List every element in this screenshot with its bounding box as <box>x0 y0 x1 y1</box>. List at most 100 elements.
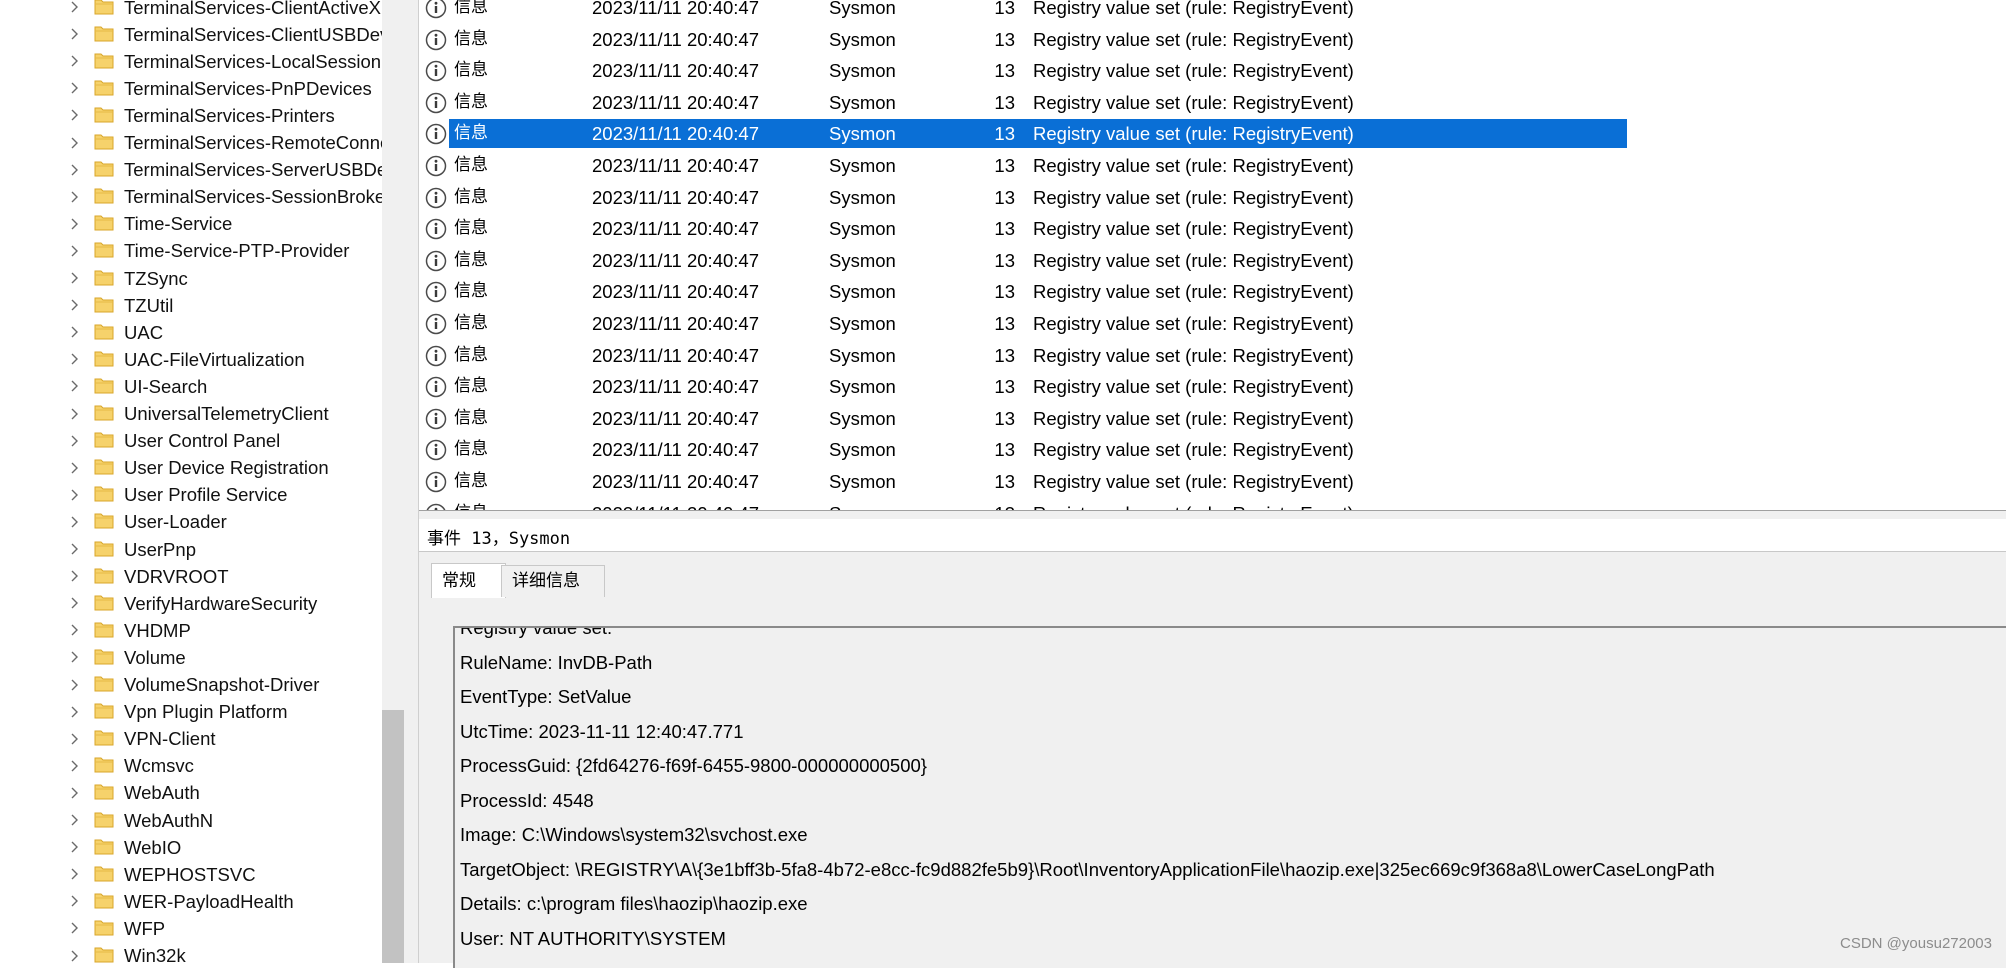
chevron-right-icon[interactable] <box>68 454 82 481</box>
tree-item[interactable]: VolumeSnapshot-Driver <box>0 671 382 698</box>
tree-item[interactable]: UAC <box>0 319 382 346</box>
chevron-right-icon[interactable] <box>68 779 82 806</box>
chevron-right-icon[interactable] <box>68 210 82 237</box>
tab-details[interactable]: 详细信息 <box>501 565 605 597</box>
tree-item[interactable]: Wcmsvc <box>0 752 382 779</box>
chevron-right-icon[interactable] <box>68 671 82 698</box>
pane-splitter[interactable] <box>404 0 419 963</box>
tree-scrollbar[interactable] <box>382 0 404 963</box>
tree-item[interactable]: WebAuthN <box>0 807 382 834</box>
tab-general[interactable]: 常规 <box>431 563 506 598</box>
chevron-right-icon[interactable] <box>68 617 82 644</box>
chevron-right-icon[interactable] <box>68 807 82 834</box>
tree-item[interactable]: WER-PayloadHealth <box>0 888 382 915</box>
tree-item[interactable]: UAC-FileVirtualization <box>0 346 382 373</box>
folder-icon <box>94 79 114 96</box>
chevron-right-icon[interactable] <box>68 508 82 535</box>
event-row[interactable]: 信息 2023/11/11 20:40:47 Sysmon 13 Registry va… <box>419 340 2006 372</box>
tree-item[interactable]: User Device Registration <box>0 454 382 481</box>
event-row[interactable]: 信息 2023/11/11 20:40:47 Sysmon 13 Registry va… <box>419 371 2006 403</box>
event-row[interactable]: 信息 2023/11/11 20:40:47 Sysmon 13 Registry va… <box>419 213 2006 245</box>
chevron-right-icon[interactable] <box>68 644 82 671</box>
tree-item[interactable]: UI-Search <box>0 373 382 400</box>
event-row[interactable]: 信息 2023/11/11 20:40:47 Sysmon 13 Registry va… <box>419 308 2006 340</box>
chevron-right-icon[interactable] <box>68 725 82 752</box>
chevron-right-icon[interactable] <box>68 481 82 508</box>
tree-item[interactable]: TerminalServices-RemoteConnectionManager <box>0 129 382 156</box>
event-row[interactable]: 信息 2023/11/11 20:40:47 Sysmon 13 Registry va… <box>419 276 2006 308</box>
chevron-right-icon[interactable] <box>68 427 82 454</box>
tree-item[interactable]: TerminalServices-SessionBroker <box>0 183 382 210</box>
tree-item[interactable]: TerminalServices-LocalSessionManager <box>0 48 382 75</box>
tree-item[interactable]: UserPnp <box>0 536 382 563</box>
chevron-right-icon[interactable] <box>68 942 82 963</box>
tree-item[interactable]: WFP <box>0 915 382 942</box>
chevron-right-icon[interactable] <box>68 237 82 264</box>
tree-item[interactable]: Vpn Plugin Platform <box>0 698 382 725</box>
tree-item[interactable]: TerminalServices-ServerUSBDevices <box>0 156 382 183</box>
chevron-right-icon[interactable] <box>68 536 82 563</box>
chevron-right-icon[interactable] <box>68 861 82 888</box>
tree-item[interactable]: TerminalServices-Printers <box>0 102 382 129</box>
tree-scrollbar-thumb[interactable] <box>382 710 404 963</box>
chevron-right-icon[interactable] <box>68 75 82 102</box>
chevron-right-icon[interactable] <box>68 400 82 427</box>
tree-item[interactable]: TerminalServices-ClientUSBDevices <box>0 21 382 48</box>
event-row[interactable]: 信息 2023/11/11 20:40:47 Sysmon 13 Registry va… <box>419 182 2006 214</box>
chevron-right-icon[interactable] <box>68 698 82 725</box>
chevron-right-icon[interactable] <box>68 265 82 292</box>
tree-item[interactable]: WebAuth <box>0 779 382 806</box>
tree-item[interactable]: Time-Service <box>0 210 382 237</box>
event-row[interactable]: 信息 2023/11/11 20:40:47 Sysmon 13 Registry va… <box>419 498 2006 510</box>
tree-item[interactable]: User Profile Service <box>0 481 382 508</box>
chevron-right-icon[interactable] <box>68 292 82 319</box>
event-row[interactable]: 信息 2023/11/11 20:40:47 Sysmon 13 Registry va… <box>419 118 2006 150</box>
folder-icon <box>94 594 114 611</box>
event-row[interactable]: 信息 2023/11/11 20:40:47 Sysmon 13 Registry va… <box>419 466 2006 498</box>
tree-item[interactable]: TZUtil <box>0 292 382 319</box>
tree-item[interactable]: VPN-Client <box>0 725 382 752</box>
chevron-right-icon[interactable] <box>68 373 82 400</box>
tree-item[interactable]: UniversalTelemetryClient <box>0 400 382 427</box>
tree-item[interactable]: TZSync <box>0 265 382 292</box>
tree-item[interactable]: User-Loader <box>0 508 382 535</box>
chevron-right-icon[interactable] <box>68 183 82 210</box>
tree-item[interactable]: WEPHOSTSVC <box>0 861 382 888</box>
chevron-right-icon[interactable] <box>68 21 82 48</box>
chevron-right-icon[interactable] <box>68 915 82 942</box>
event-description-box[interactable]: Registry value set: RuleName: InvDB-Path E… <box>453 626 2006 968</box>
event-row[interactable]: 信息 2023/11/11 20:40:47 Sysmon 13 Registry va… <box>419 150 2006 182</box>
chevron-right-icon[interactable] <box>68 102 82 129</box>
event-date: 2023/11/11 20:40:47 <box>592 344 759 366</box>
event-row[interactable]: 信息 2023/11/11 20:40:47 Sysmon 13 Registry va… <box>419 24 2006 56</box>
chevron-right-icon[interactable] <box>68 0 82 21</box>
chevron-right-icon[interactable] <box>68 888 82 915</box>
event-row[interactable]: 信息 2023/11/11 20:40:47 Sysmon 13 Registry va… <box>419 87 2006 119</box>
event-category: Registry value set (rule: RegistryEvent) <box>1033 376 1354 398</box>
event-row[interactable]: 信息 2023/11/11 20:40:47 Sysmon 13 Registry va… <box>419 403 2006 435</box>
chevron-right-icon[interactable] <box>68 319 82 346</box>
tree-item[interactable]: Time-Service-PTP-Provider <box>0 237 382 264</box>
tree-item[interactable]: Volume <box>0 644 382 671</box>
tree-item[interactable]: WebIO <box>0 834 382 861</box>
event-row[interactable]: 信息 2023/11/11 20:40:47 Sysmon 13 Registry va… <box>419 0 2006 24</box>
event-row[interactable]: 信息 2023/11/11 20:40:47 Sysmon 13 Registry va… <box>419 55 2006 87</box>
tree-item[interactable]: TerminalServices-PnPDevices <box>0 75 382 102</box>
folder-icon <box>94 783 114 800</box>
event-row[interactable]: 信息 2023/11/11 20:40:47 Sysmon 13 Registry va… <box>419 245 2006 277</box>
chevron-right-icon[interactable] <box>68 48 82 75</box>
chevron-right-icon[interactable] <box>68 563 82 590</box>
tree-item[interactable]: TerminalServices-ClientActiveX <box>0 0 382 21</box>
tree-item[interactable]: Win32k <box>0 942 382 963</box>
tree-item[interactable]: User Control Panel <box>0 427 382 454</box>
chevron-right-icon[interactable] <box>68 590 82 617</box>
chevron-right-icon[interactable] <box>68 346 82 373</box>
chevron-right-icon[interactable] <box>68 156 82 183</box>
tree-item[interactable]: VHDMP <box>0 617 382 644</box>
chevron-right-icon[interactable] <box>68 834 82 861</box>
chevron-right-icon[interactable] <box>68 129 82 156</box>
tree-item[interactable]: VerifyHardwareSecurity <box>0 590 382 617</box>
chevron-right-icon[interactable] <box>68 752 82 779</box>
event-row[interactable]: 信息 2023/11/11 20:40:47 Sysmon 13 Registry va… <box>419 434 2006 466</box>
tree-item[interactable]: VDRVROOT <box>0 563 382 590</box>
